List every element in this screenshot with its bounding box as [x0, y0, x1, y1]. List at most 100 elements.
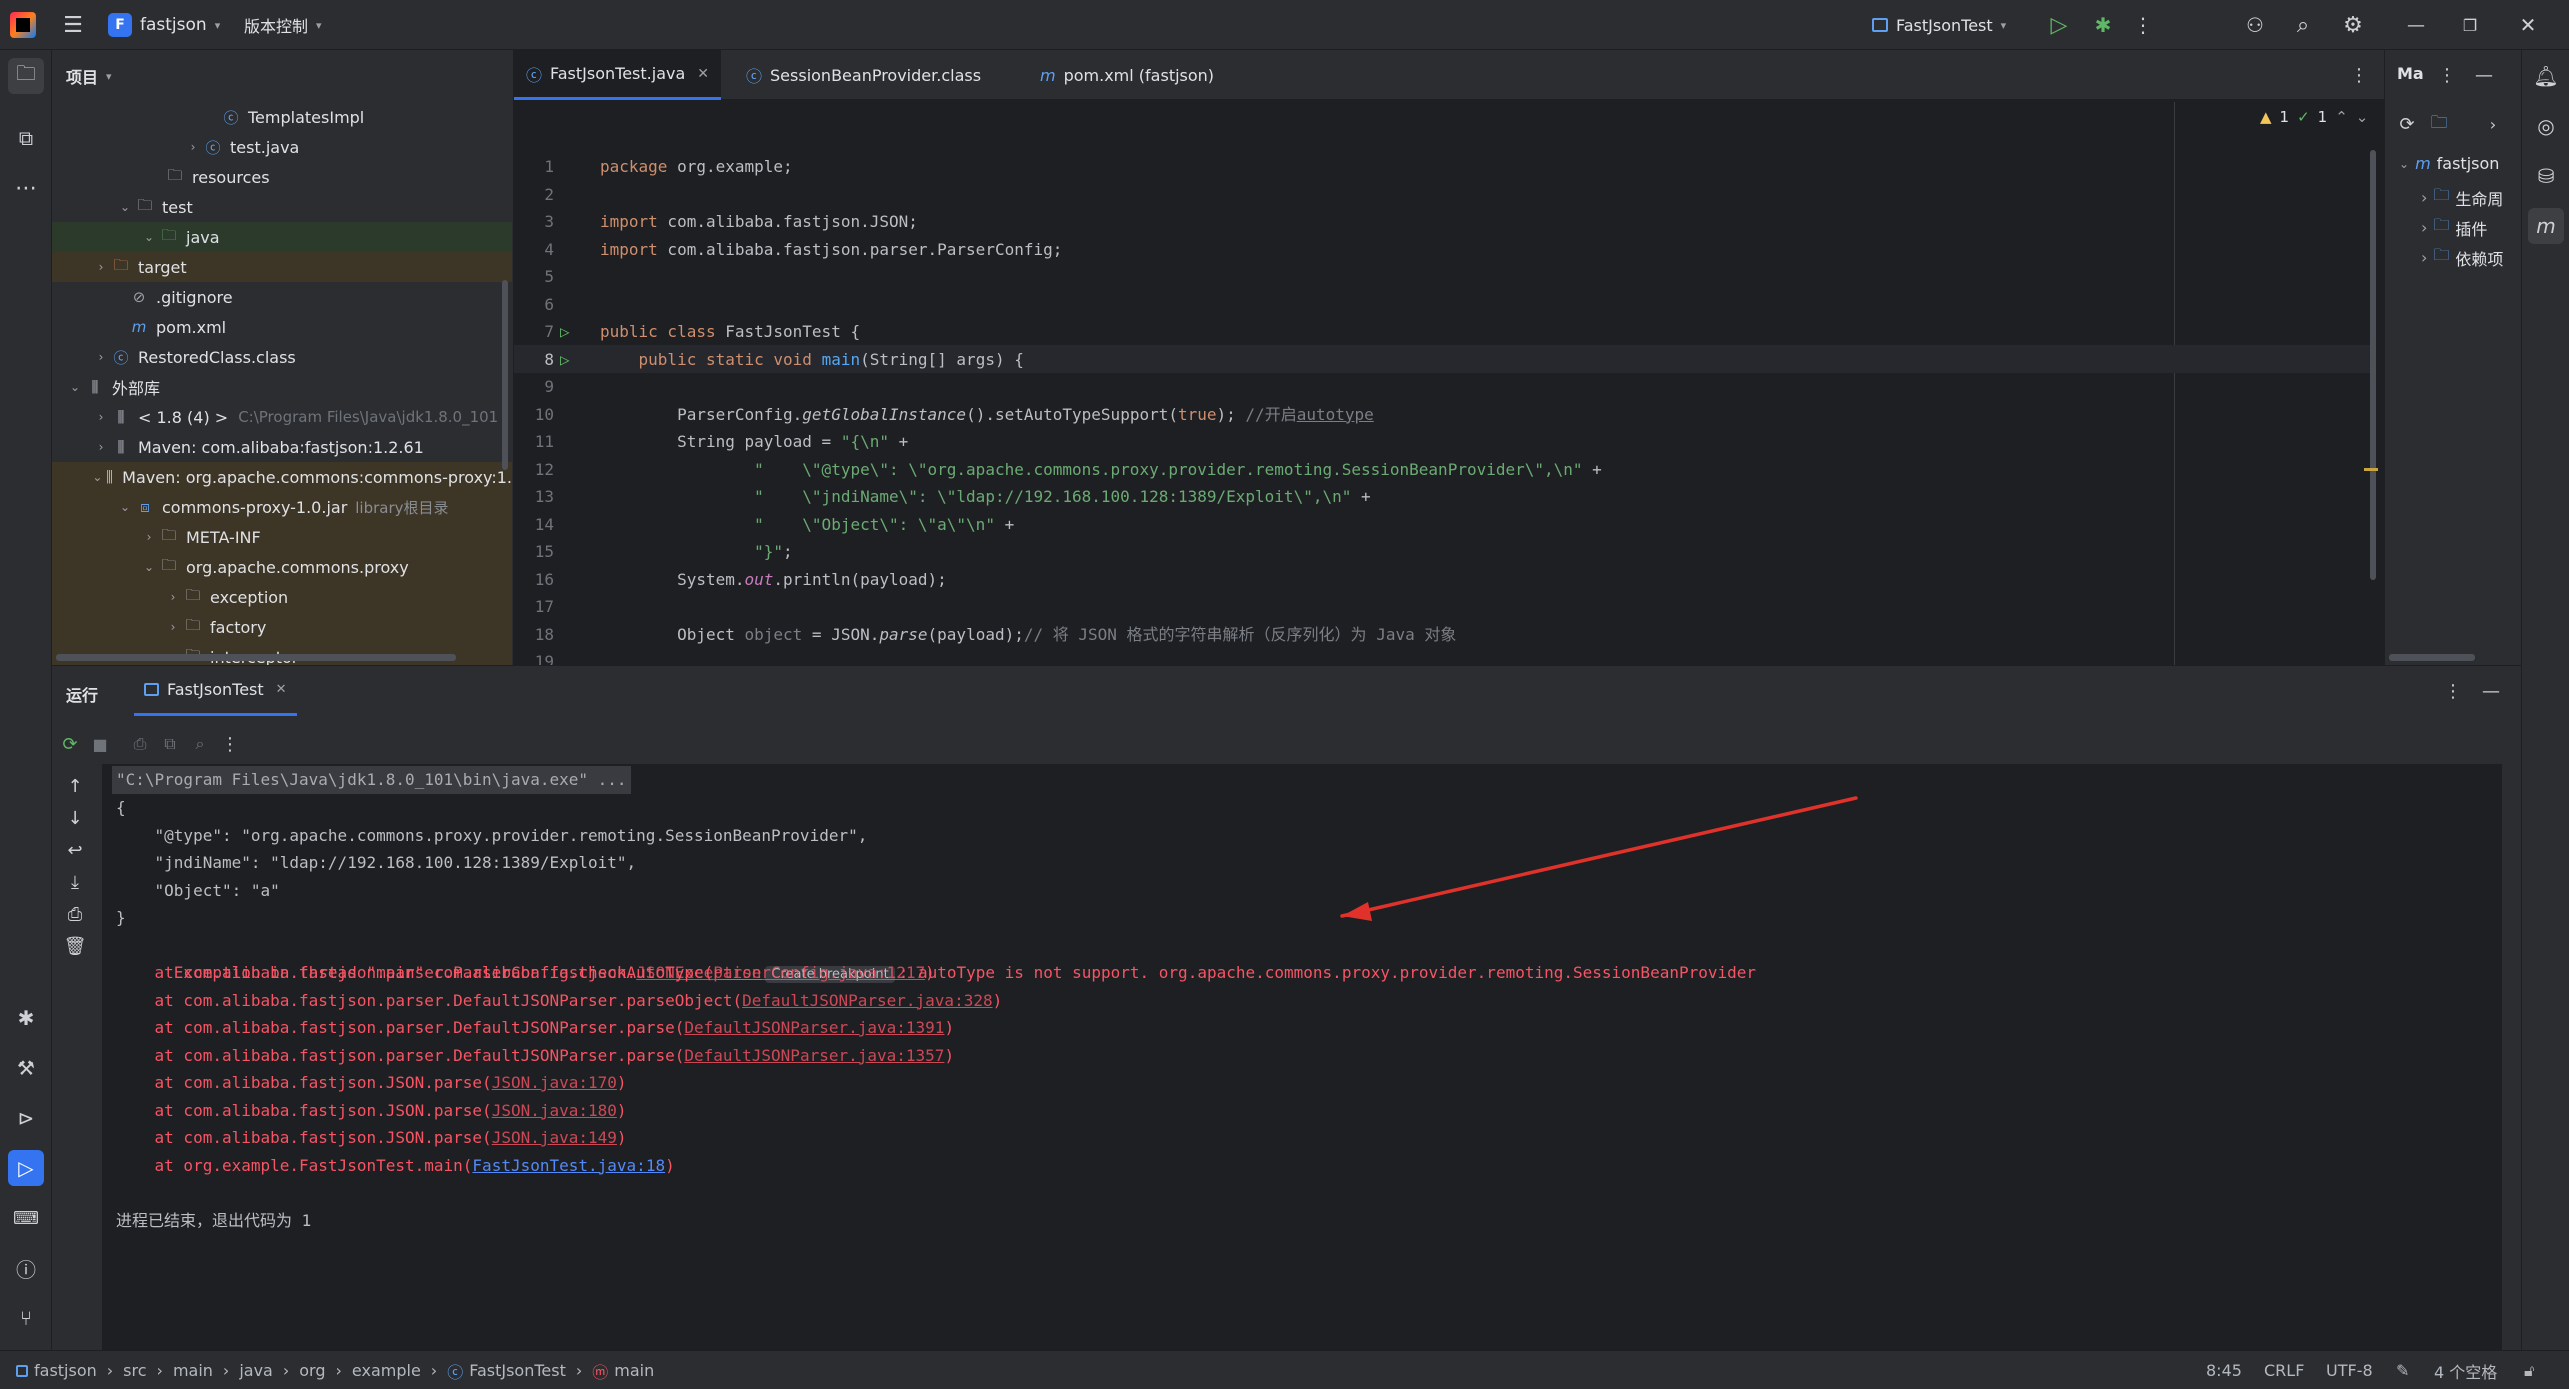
- tree-item[interactable]: ⌄ 🗀 test: [52, 192, 512, 222]
- tree-item[interactable]: › 🗀 target: [52, 252, 512, 282]
- breadcrumb-item[interactable]: java: [239, 1361, 273, 1380]
- tree-item[interactable]: › ⓒ RestoredClass.class: [52, 342, 512, 372]
- tree-item[interactable]: m pom.xml: [52, 312, 512, 342]
- chevron-down-icon[interactable]: ⌄: [116, 200, 134, 214]
- close-tab-icon[interactable]: ✕: [276, 682, 287, 697]
- database-icon[interactable]: ⛁: [2528, 158, 2564, 194]
- close-tab-icon[interactable]: ✕: [697, 66, 709, 82]
- tree-item[interactable]: ⊘ .gitignore: [52, 282, 512, 312]
- code-with-me-icon[interactable]: ⚇: [2240, 10, 2270, 40]
- settings-icon[interactable]: ⚙: [2338, 10, 2368, 40]
- ai-assistant-icon[interactable]: ◎: [2528, 108, 2564, 144]
- notifications-bell-icon[interactable]: 🔔︎: [2528, 58, 2564, 94]
- main-menu-icon[interactable]: ☰: [58, 10, 88, 40]
- tree-item[interactable]: ⌄ ⫼ Maven: org.apache.commons:commons-prox…: [52, 462, 512, 492]
- chevron-right-icon[interactable]: ›: [92, 350, 110, 364]
- tree-item[interactable]: 🗀 resources: [52, 162, 512, 192]
- structure-icon[interactable]: ⧉: [8, 120, 44, 156]
- tree-item[interactable]: ⌄ ⧈ commons-proxy-1.0.jar library根目录: [52, 492, 512, 522]
- horizontal-scrollbar[interactable]: [56, 654, 456, 661]
- lock-icon[interactable]: 🔓︎: [2524, 1351, 2534, 1389]
- chevron-right-icon[interactable]: ›: [140, 530, 158, 544]
- project-panel-header[interactable]: 项目 ▾: [66, 64, 112, 88]
- project-tool-folder-icon[interactable]: 🗀: [8, 58, 44, 94]
- build-hammer-icon[interactable]: ⚒: [8, 1050, 44, 1086]
- camera-icon[interactable]: ⎙: [126, 730, 154, 758]
- chevron-down-icon[interactable]: ⌄: [2356, 108, 2369, 126]
- console-output[interactable]: "C:\Program Files\Java\jdk1.8.0_101\bin\…: [102, 764, 2502, 1351]
- line-separator[interactable]: CRLF: [2264, 1351, 2304, 1389]
- breadcrumb-item[interactable]: fastjson: [34, 1361, 97, 1380]
- more-actions-icon[interactable]: ⋮: [2128, 10, 2158, 40]
- indent-setting[interactable]: 4 个空格: [2434, 1351, 2497, 1389]
- more-options-icon[interactable]: ⋮: [2435, 60, 2459, 90]
- file-encoding[interactable]: UTF-8: [2326, 1351, 2373, 1389]
- terminal-icon[interactable]: ⌨: [8, 1200, 44, 1236]
- chevron-up-icon[interactable]: ⌃: [2335, 108, 2348, 126]
- services-icon[interactable]: ⊳: [8, 1100, 44, 1136]
- attach-debugger-icon[interactable]: ⌕: [186, 730, 214, 758]
- chevron-right-icon[interactable]: ›: [2479, 110, 2507, 138]
- breadcrumb-item[interactable]: example: [352, 1361, 421, 1380]
- breadcrumb-item[interactable]: FastJsonTest: [469, 1361, 566, 1380]
- vcs-widget[interactable]: 版本控制 ▾: [244, 10, 322, 40]
- more-options-icon[interactable]: ⋮: [2438, 676, 2468, 706]
- maven-tree-item[interactable]: › 🗀 生命周: [2421, 184, 2503, 211]
- tree-item[interactable]: › 🗀 factory: [52, 612, 512, 642]
- tree-item[interactable]: ⓒ TemplatesImpl: [52, 102, 512, 132]
- caret-position[interactable]: 8:45: [2206, 1351, 2242, 1389]
- maven-tree-item[interactable]: › 🗀 依赖项: [2421, 244, 2503, 271]
- tree-item[interactable]: › ⫼ < 1.8 (4) > C:\Program Files\Java\jdk1.…: [52, 402, 512, 432]
- debug-icon[interactable]: ✱: [2088, 10, 2118, 40]
- trash-icon[interactable]: 🗑︎: [60, 932, 90, 960]
- chevron-down-icon[interactable]: ⌄: [66, 380, 84, 394]
- chevron-down-icon[interactable]: ⌄: [140, 560, 158, 574]
- arrow-down-icon[interactable]: ↓: [60, 804, 90, 832]
- print-icon[interactable]: ⎙: [60, 900, 90, 928]
- tree-item[interactable]: ⌄ ⫼ 外部库: [52, 372, 512, 402]
- maven-horizontal-scrollbar[interactable]: [2389, 654, 2475, 661]
- chevron-down-icon[interactable]: ⌄: [140, 230, 158, 244]
- run-icon[interactable]: ▷: [2044, 10, 2074, 40]
- debug-tool-icon[interactable]: ✱: [8, 1000, 44, 1036]
- tab-options-icon[interactable]: ⋮: [2344, 60, 2374, 90]
- more-actions-icon[interactable]: ⋮: [216, 730, 244, 758]
- chevron-right-icon[interactable]: ›: [92, 440, 110, 454]
- editor-tab-pom[interactable]: m pom.xml (fastjson): [1028, 50, 1226, 100]
- vertical-scrollbar[interactable]: [502, 280, 508, 470]
- hide-panel-icon[interactable]: —: [2476, 676, 2506, 706]
- minimize-icon[interactable]: —: [2396, 10, 2436, 40]
- run-config-selector[interactable]: FastJsonTest ▾: [1872, 10, 2006, 40]
- tree-item[interactable]: › 🗀 exception: [52, 582, 512, 612]
- soft-wrap-icon[interactable]: ↩: [60, 836, 90, 864]
- run-tool-icon[interactable]: ▷: [8, 1150, 44, 1186]
- git-icon[interactable]: ⑂: [8, 1300, 44, 1336]
- close-icon[interactable]: ✕: [2508, 10, 2548, 40]
- search-icon[interactable]: ⌕: [2288, 10, 2318, 40]
- maven-tree-root[interactable]: ⌄ m fastjson: [2399, 154, 2499, 173]
- chevron-right-icon[interactable]: ›: [92, 260, 110, 274]
- editor-vertical-scrollbar[interactable]: [2370, 150, 2376, 580]
- restore-icon[interactable]: ❐: [2450, 10, 2490, 40]
- readonly-toggle-icon[interactable]: ✎: [2396, 1351, 2409, 1389]
- maven-tool-icon[interactable]: m: [2528, 208, 2564, 244]
- breadcrumb-item[interactable]: org: [299, 1361, 325, 1380]
- editor-tab-fastjsontest[interactable]: ⓒ FastJsonTest.java ✕: [514, 50, 721, 100]
- chevron-right-icon[interactable]: ›: [184, 140, 202, 154]
- run-tab-fastjsontest[interactable]: FastJsonTest ✕: [134, 666, 297, 716]
- run-gutter-icon[interactable]: ▷: [560, 318, 570, 346]
- restore-layout-icon[interactable]: ⧉: [156, 730, 184, 758]
- inspection-widget[interactable]: ▲ 1 ✓ 1 ⌃ ⌄: [2260, 108, 2368, 126]
- more-tools-icon[interactable]: ⋯: [8, 170, 44, 206]
- maven-tree-item[interactable]: › 🗀 插件: [2421, 214, 2487, 241]
- tree-item[interactable]: ⌄ 🗀 java: [52, 222, 512, 252]
- chevron-right-icon[interactable]: ›: [164, 590, 182, 604]
- scroll-to-end-icon[interactable]: ⤓: [60, 868, 90, 896]
- hide-panel-icon[interactable]: —: [2469, 60, 2499, 90]
- add-maven-project-icon[interactable]: 🗀: [2425, 110, 2453, 138]
- code-area[interactable]: 1 package org.example; 2 3 import com.alib…: [514, 153, 2374, 665]
- breadcrumb-item[interactable]: src: [123, 1361, 146, 1380]
- tree-item[interactable]: ⌄ 🗀 org.apache.commons.proxy: [52, 552, 512, 582]
- rerun-icon[interactable]: ⟳: [56, 730, 84, 758]
- run-gutter-icon[interactable]: ▷: [560, 346, 570, 374]
